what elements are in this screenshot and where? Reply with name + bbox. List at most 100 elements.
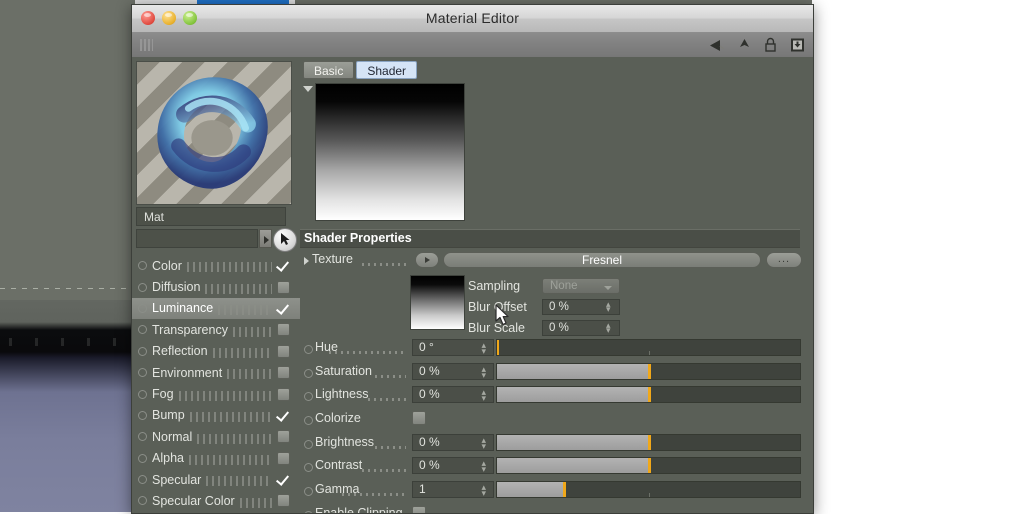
property-animate-dot[interactable] [304,416,313,426]
material-preview[interactable] [136,61,292,205]
slider-marker[interactable] [647,434,651,450]
channel-animate-dot[interactable] [138,453,147,463]
lock-icon[interactable] [764,37,777,53]
channel-animate-dot[interactable] [138,303,147,313]
channel-checkbox[interactable] [277,430,290,444]
channel-checkbox[interactable] [277,473,290,486]
pick-cursor-button[interactable] [273,228,297,252]
tab-shader[interactable]: Shader [356,61,418,79]
channel-checkbox[interactable] [277,259,290,272]
channel-checkbox[interactable] [277,302,290,315]
slider-marker[interactable] [647,387,651,403]
blur-scale-stepper-icon[interactable]: ▴ ▾ [606,321,613,335]
property-slider-gamma[interactable] [496,481,801,499]
property-checkbox-enable-clipping[interactable] [412,505,426,513]
finder-arrow-icon[interactable] [259,229,272,248]
channel-item-bump[interactable]: Bump [132,405,300,426]
channel-item-specular[interactable]: Specular [132,469,300,490]
property-slider-lightness[interactable] [496,386,801,404]
blur-offset-stepper-icon[interactable]: ▴ ▾ [606,300,613,314]
blur-scale-field[interactable]: 0 % ▴ ▾ [542,320,620,336]
channel-checkbox[interactable] [277,494,290,508]
pin-icon[interactable] [790,37,805,53]
drag-grip-icon[interactable] [140,39,153,51]
channel-animate-dot[interactable] [138,282,147,292]
channel-item-normal[interactable]: Normal [132,426,300,447]
tab-basic[interactable]: Basic [303,61,355,79]
channel-checkbox[interactable] [277,280,290,294]
channel-animate-dot[interactable] [138,496,147,506]
channel-animate-dot[interactable] [138,325,147,335]
property-animate-dot[interactable] [304,368,313,378]
property-stepper-icon[interactable]: ▴ ▾ [481,483,486,498]
property-animate-dot[interactable] [304,487,313,497]
shader-gradient-preview[interactable] [315,83,465,221]
channel-item-environment[interactable]: Environment [132,362,300,383]
property-stepper-icon[interactable]: ▴ ▾ [481,459,486,474]
property-value-field-lightness[interactable]: 0 % ▴ ▾ [412,386,494,404]
property-stepper-icon[interactable]: ▴ ▾ [481,341,486,356]
channel-animate-dot[interactable] [138,346,147,356]
up-arrow-icon[interactable] [738,38,751,53]
texture-thumbnail[interactable] [410,275,465,330]
slider-marker[interactable] [647,458,651,474]
channel-item-reflection[interactable]: Reflection [132,341,300,362]
property-checkbox-colorize[interactable] [412,411,426,426]
channel-list: Color Diffusion Luminance Transparency Refle… [132,255,300,513]
property-label: Lightness [315,387,369,402]
property-animate-dot[interactable] [304,345,313,354]
channel-checkbox[interactable] [277,323,290,337]
channel-animate-dot[interactable] [138,389,147,399]
property-animate-dot[interactable] [304,439,313,449]
property-value-field-gamma[interactable]: 1 ▴ ▾ [412,481,494,499]
material-name-field[interactable]: Mat [136,207,286,226]
channel-animate-dot[interactable] [138,410,147,420]
channel-animate-dot[interactable] [138,368,147,378]
property-animate-dot[interactable] [304,392,313,402]
slider-marker[interactable] [497,340,499,355]
property-row-lightness: Lightness 0 % ▴ ▾ [300,384,813,408]
property-slider-saturation[interactable] [496,362,801,380]
channel-checkbox[interactable] [277,366,290,380]
channel-checkbox[interactable] [277,451,290,465]
texture-more-button[interactable]: ... [766,252,802,268]
property-stepper-icon[interactable]: ▴ ▾ [481,388,486,403]
property-value-field-saturation[interactable]: 0 % ▴ ▾ [412,362,494,380]
window-body: Mat Color Diffusion Luminance Transparency R… [132,57,813,513]
channel-item-fog[interactable]: Fog [132,383,300,404]
property-stepper-icon[interactable]: ▴ ▾ [481,364,486,379]
channel-item-color[interactable]: Color [132,255,300,276]
property-slider-brightness[interactable] [496,433,801,451]
slider-marker[interactable] [647,363,651,379]
channel-animate-dot[interactable] [138,261,147,271]
sampling-select[interactable]: None [542,278,620,294]
window-titlebar[interactable]: Material Editor [132,5,813,33]
material-finder-input[interactable] [136,229,258,248]
channel-item-luminance[interactable]: Luminance [132,297,300,320]
property-leader-dots [368,398,406,402]
property-value-field-hue[interactable]: 0 ° ▴ ▾ [412,339,494,356]
blur-offset-field[interactable]: 0 % ▴ ▾ [542,299,620,315]
channel-item-alpha[interactable]: Alpha [132,448,300,469]
property-value-field-brightness[interactable]: 0 % ▴ ▾ [412,433,494,451]
property-slider-contrast[interactable] [496,457,801,475]
collapse-triangle-icon[interactable] [303,86,313,92]
channel-item-transparency[interactable]: Transparency [132,319,300,340]
channel-checkbox[interactable] [277,344,290,358]
texture-value-field[interactable]: Fresnel [443,252,761,268]
property-stepper-icon[interactable]: ▴ ▾ [481,435,486,450]
channel-item-specular-color[interactable]: Specular Color [132,490,300,511]
blur-offset-row: Blur Offset 0 % ▴ ▾ [468,298,803,316]
texture-expand-triangle-icon[interactable] [304,257,309,265]
property-animate-dot[interactable] [304,463,313,473]
channel-checkbox[interactable] [277,387,290,401]
texture-menu-button[interactable] [415,252,439,268]
channel-item-diffusion[interactable]: Diffusion [132,276,300,297]
back-arrow-icon[interactable] [708,38,725,53]
slider-marker[interactable] [562,482,566,498]
property-slider-hue[interactable] [496,339,801,356]
channel-checkbox[interactable] [277,409,290,422]
property-value-field-contrast[interactable]: 0 % ▴ ▾ [412,457,494,475]
channel-animate-dot[interactable] [138,432,147,442]
channel-animate-dot[interactable] [138,475,147,485]
